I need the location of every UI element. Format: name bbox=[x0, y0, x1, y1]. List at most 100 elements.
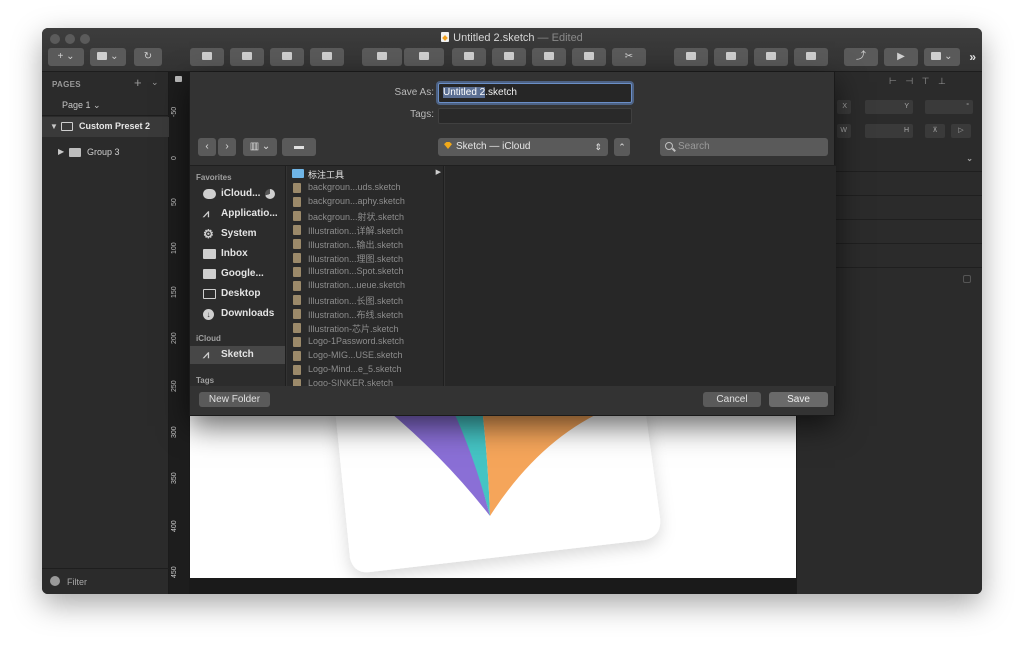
location-select[interactable]: Sketch — iCloud ⇕ bbox=[438, 138, 608, 156]
list-item[interactable]: Illustration...输出.sketch bbox=[287, 237, 443, 250]
icloud-sketch[interactable]: ⩘ Sketch bbox=[190, 346, 285, 364]
cancel-button[interactable]: Cancel bbox=[703, 392, 761, 407]
list-item[interactable]: Illustration...ueue.sketch bbox=[287, 279, 443, 292]
symbols-button[interactable]: ⌄ bbox=[90, 48, 126, 66]
ungroup-button[interactable] bbox=[230, 48, 264, 66]
list-item[interactable]: Logo-Mind...e_5.sketch bbox=[287, 363, 443, 376]
file-name: Illustration...布线.sketch bbox=[308, 310, 404, 320]
list-item[interactable]: Illustration-芯片.sketch bbox=[287, 321, 443, 334]
layer-row-artboard[interactable]: ▼ Custom Preset 2 bbox=[42, 117, 169, 137]
blur-checkbox[interactable] bbox=[963, 275, 971, 283]
list-item[interactable]: Illustration...详解.sketch bbox=[287, 223, 443, 236]
rotate-button[interactable] bbox=[452, 48, 486, 66]
union-button[interactable] bbox=[674, 48, 708, 66]
list-item-folder[interactable]: 标注工具 ▶ bbox=[287, 167, 443, 180]
layer-label: Group 3 bbox=[87, 147, 120, 157]
sketch-file-icon bbox=[293, 309, 301, 319]
applications-icon: ⩘ bbox=[203, 349, 210, 361]
page-item[interactable]: Page 1 ⌄ bbox=[62, 100, 101, 111]
search-input[interactable]: Search bbox=[660, 138, 828, 156]
w-field[interactable]: W bbox=[837, 124, 851, 138]
list-item[interactable]: backgroun...uds.sketch bbox=[287, 181, 443, 194]
favorite-desktop[interactable]: Desktop bbox=[190, 285, 285, 303]
difference-button[interactable] bbox=[794, 48, 828, 66]
file-name: 标注工具 bbox=[308, 170, 345, 180]
favorite-applications[interactable]: ⩘ Applicatio... bbox=[190, 205, 285, 223]
y-field[interactable]: Y bbox=[865, 100, 913, 114]
favorite-google[interactable]: Google... bbox=[190, 265, 285, 283]
group-button[interactable] bbox=[190, 48, 224, 66]
save-button[interactable]: Save bbox=[769, 392, 828, 407]
flatten-button[interactable] bbox=[492, 48, 526, 66]
view-button[interactable]: ⌄ bbox=[924, 48, 960, 66]
list-item[interactable]: Illustration...理图.sketch bbox=[287, 251, 443, 264]
new-folder-button[interactable]: New Folder bbox=[199, 392, 270, 407]
mask-button[interactable] bbox=[532, 48, 566, 66]
create-symbol-button[interactable]: ↻ bbox=[134, 48, 162, 66]
list-item[interactable]: Illustration...布线.sketch bbox=[287, 307, 443, 320]
layer-label: Custom Preset 2 bbox=[79, 121, 151, 131]
prototype-button[interactable]: ⤴ bbox=[844, 48, 878, 66]
flatten-icon bbox=[504, 52, 514, 60]
layer-row-group[interactable]: ▶ Group 3 bbox=[42, 142, 169, 162]
layer-filter[interactable]: Filter bbox=[42, 568, 169, 594]
preview-button[interactable]: ▶ bbox=[884, 48, 918, 66]
subtract-button[interactable] bbox=[714, 48, 748, 66]
cloud-icon bbox=[203, 189, 216, 199]
flip-horizontal-button[interactable]: ⊼ bbox=[925, 124, 945, 138]
ruler-tick: 50 bbox=[171, 198, 178, 206]
list-item[interactable]: backgroun...射状.sketch bbox=[287, 209, 443, 222]
back-button[interactable]: ‹ bbox=[198, 138, 216, 156]
ruler-tick: 300 bbox=[171, 426, 178, 438]
x-field[interactable]: X bbox=[837, 100, 851, 114]
sketch-file-icon bbox=[293, 295, 301, 305]
favorite-downloads[interactable]: ↓ Downloads bbox=[190, 305, 285, 323]
backward-button[interactable] bbox=[310, 48, 344, 66]
favorite-label: System bbox=[221, 228, 257, 239]
ruler-tick: 450 bbox=[171, 566, 178, 578]
list-item[interactable]: Illustration...Spot.sketch bbox=[287, 265, 443, 278]
favorite-label: Applicatio... bbox=[221, 208, 278, 219]
h-field[interactable]: H bbox=[865, 124, 913, 138]
forward-button[interactable] bbox=[270, 48, 304, 66]
scissors-button[interactable]: ✂ bbox=[612, 48, 646, 66]
favorite-system[interactable]: ⚙ System bbox=[190, 225, 285, 243]
list-item[interactable]: backgroun...aphy.sketch bbox=[287, 195, 443, 208]
expand-dialog-button[interactable]: ⌃ bbox=[614, 138, 630, 156]
sketch-file-icon bbox=[293, 365, 301, 375]
list-item[interactable]: Illustration...长图.sketch bbox=[287, 293, 443, 306]
new-folder-icon-button[interactable]: ▬ bbox=[282, 138, 316, 156]
chevron-up-icon: ⌃ bbox=[618, 142, 626, 152]
intersect-button[interactable] bbox=[754, 48, 788, 66]
toolbar-overflow-button[interactable]: » bbox=[969, 50, 976, 64]
icloud-header: iCloud bbox=[196, 334, 221, 343]
flip-vertical-button[interactable]: ▷ bbox=[951, 124, 971, 138]
rotation-field[interactable]: ° bbox=[925, 100, 973, 114]
file-name: Illustration...长图.sketch bbox=[308, 296, 404, 306]
favorite-icloud[interactable]: iCloud... bbox=[190, 185, 285, 203]
tags-field[interactable] bbox=[438, 108, 632, 124]
forward-button[interactable]: › bbox=[218, 138, 236, 156]
collapse-pages-chevron-icon[interactable]: ⌄ bbox=[151, 77, 159, 88]
add-page-button[interactable]: + bbox=[134, 75, 142, 90]
transform-button[interactable] bbox=[404, 48, 444, 66]
search-icon bbox=[665, 142, 673, 150]
ruler-tick: 0 bbox=[171, 156, 178, 160]
disclosure-open-icon[interactable]: ▼ bbox=[50, 122, 58, 131]
insert-label: + bbox=[57, 51, 64, 62]
disclosure-closed-icon[interactable]: ▶ bbox=[58, 147, 64, 156]
scale-button[interactable] bbox=[572, 48, 606, 66]
scissors-icon: ✂ bbox=[624, 51, 634, 62]
list-item[interactable]: Logo-1Password.sketch bbox=[287, 335, 443, 348]
alignment-icons[interactable]: ⊢ ⊣ ⊤ ⊥ bbox=[889, 76, 979, 86]
edit-button[interactable] bbox=[362, 48, 402, 66]
insert-button[interactable]: + ⌄ bbox=[48, 48, 84, 66]
download-icon: ↓ bbox=[203, 309, 214, 320]
favorite-inbox[interactable]: Inbox bbox=[190, 245, 285, 263]
view-mode-button[interactable]: ▥ ⌄ bbox=[243, 138, 277, 156]
file-name: Illustration...Spot.sketch bbox=[308, 266, 404, 276]
ruler-tick: 100 bbox=[171, 242, 178, 254]
list-item[interactable]: Logo-MIG...USE.sketch bbox=[287, 349, 443, 362]
pages-header: PAGES bbox=[52, 80, 81, 89]
filename-input[interactable]: Untitled 2.sketch bbox=[438, 83, 632, 103]
